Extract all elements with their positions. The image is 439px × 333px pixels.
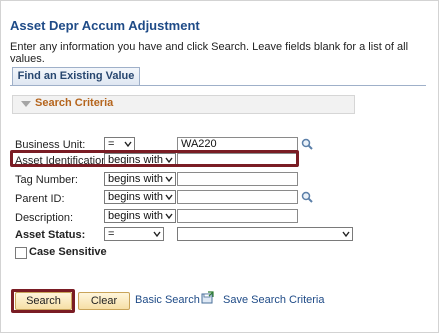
- parent-id-lookup-icon[interactable]: [301, 191, 313, 203]
- case-sensitive-label: Case Sensitive: [29, 246, 107, 258]
- page-instructions: Enter any information you have and click…: [10, 41, 409, 65]
- page-title: Asset Depr Accum Adjustment: [10, 18, 200, 33]
- save-search-icon[interactable]: [201, 291, 214, 304]
- asset-status-label: Asset Status:: [15, 229, 86, 241]
- asset-status-operator-value: =: [108, 228, 115, 240]
- tab-find-existing-value[interactable]: Find an Existing Value: [12, 67, 140, 85]
- tab-divider: [10, 85, 426, 86]
- description-input[interactable]: [177, 209, 298, 223]
- basic-search-link[interactable]: Basic Search: [135, 294, 200, 306]
- description-operator-value: begins with: [108, 210, 164, 222]
- search-criteria-header[interactable]: Search Criteria: [12, 95, 355, 114]
- tag-number-operator-value: begins with: [108, 173, 164, 185]
- chevron-down-icon: [153, 231, 161, 238]
- asset-identification-highlight: [10, 150, 299, 167]
- parent-id-input[interactable]: [177, 190, 298, 204]
- parent-id-label: Parent ID:: [15, 193, 65, 205]
- tag-number-label: Tag Number:: [15, 174, 78, 186]
- save-search-criteria-link[interactable]: Save Search Criteria: [223, 294, 325, 306]
- chevron-down-icon: [342, 231, 350, 238]
- business-unit-operator-value: =: [108, 138, 115, 150]
- search-criteria-label: Search Criteria: [35, 97, 114, 109]
- chevron-down-icon: [165, 213, 173, 220]
- triangle-down-icon: [21, 101, 31, 107]
- tag-number-operator-select[interactable]: begins with: [104, 172, 176, 186]
- description-label: Description:: [15, 212, 74, 224]
- parent-id-operator-value: begins with: [108, 191, 164, 203]
- business-unit-lookup-icon[interactable]: [301, 138, 313, 150]
- parent-id-operator-select[interactable]: begins with: [104, 190, 176, 204]
- business-unit-value: WA220: [181, 138, 217, 150]
- tag-number-input[interactable]: [177, 172, 298, 186]
- chevron-down-icon: [165, 194, 173, 201]
- chevron-down-icon: [124, 141, 132, 148]
- business-unit-operator-select[interactable]: =: [104, 137, 135, 151]
- clear-button[interactable]: Clear: [78, 292, 130, 310]
- description-operator-select[interactable]: begins with: [104, 209, 176, 223]
- chevron-down-icon: [165, 176, 173, 183]
- search-button-highlight: [11, 289, 75, 313]
- business-unit-input[interactable]: WA220: [177, 137, 298, 151]
- asset-status-select[interactable]: [177, 227, 353, 241]
- case-sensitive-checkbox[interactable]: [15, 247, 27, 259]
- asset-status-operator-select[interactable]: =: [104, 227, 164, 241]
